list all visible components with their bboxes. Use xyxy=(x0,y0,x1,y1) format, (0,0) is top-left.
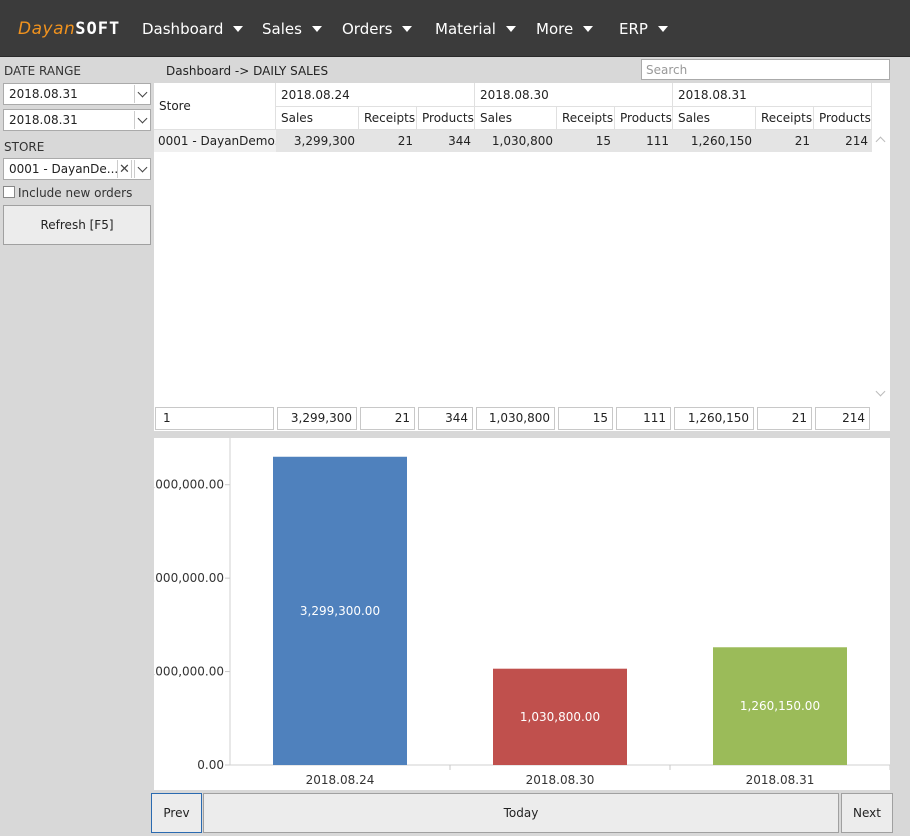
total-count: 1 xyxy=(155,407,274,430)
date-to-combo[interactable]: 2018.08.31 xyxy=(3,109,151,131)
bar-data-label: 1,260,150.00 xyxy=(740,699,820,713)
bar-data-label: 3,299,300.00 xyxy=(300,604,380,618)
nav-more[interactable]: More xyxy=(536,0,594,57)
column-header-sales[interactable]: Sales xyxy=(673,107,756,130)
nav-label: Orders xyxy=(342,19,393,38)
x-tick-label: 2018.08.24 xyxy=(306,773,375,787)
scroll-up-icon[interactable] xyxy=(875,136,886,147)
logo-part1: Dayan xyxy=(18,19,76,39)
cell-value: 344 xyxy=(448,134,471,148)
total-value: 15 xyxy=(558,407,613,430)
nav-erp[interactable]: ERP xyxy=(619,0,668,57)
column-header-receipts[interactable]: Receipts xyxy=(557,107,615,130)
bar-chart-svg: 0.00 1,000,000.00 2,000,000.00 3,000,000.00… xyxy=(144,438,891,787)
x-tick-label: 2018.08.31 xyxy=(746,773,815,787)
total-value: 214 xyxy=(815,407,870,430)
nav-label: ERP xyxy=(619,19,648,38)
y-tick-label: 0.00 xyxy=(197,758,224,772)
include-new-orders-checkbox[interactable] xyxy=(3,186,15,198)
store-value: 0001 - DayanDe... xyxy=(9,162,119,176)
cell-value: 1,030,800 xyxy=(491,134,553,148)
table-row[interactable]: 0001 - DayanDemo... 3,299,300 21 344 1,0… xyxy=(154,130,872,152)
caret-down-icon xyxy=(311,26,322,32)
cell-value: 1,260,150 xyxy=(690,134,752,148)
total-value: 21 xyxy=(757,407,812,430)
caret-down-icon xyxy=(402,26,413,32)
bar-data-label: 1,030,800.00 xyxy=(520,710,600,724)
today-button[interactable]: Today xyxy=(203,793,839,833)
daily-sales-chart: 0.00 1,000,000.00 2,000,000.00 3,000,000.00… xyxy=(144,438,891,790)
column-header-sales[interactable]: Sales xyxy=(276,107,359,130)
column-header-date[interactable]: 2018.08.30 xyxy=(475,83,673,107)
nav-orders[interactable]: Orders xyxy=(342,0,413,57)
cell-value: 21 xyxy=(397,134,413,148)
cell-value: 111 xyxy=(646,134,669,148)
column-header-store[interactable]: Store xyxy=(154,83,276,130)
caret-down-icon xyxy=(657,26,668,32)
total-value: 1,260,150 xyxy=(674,407,754,430)
column-header-sales[interactable]: Sales xyxy=(475,107,557,130)
total-value: 1,030,800 xyxy=(476,407,555,430)
breadcrumb: Dashboard -> DAILY SALES xyxy=(166,64,329,78)
column-header-products[interactable]: Products xyxy=(814,107,872,130)
next-button[interactable]: Next xyxy=(841,793,893,833)
store-combo[interactable]: 0001 - DayanDe... ✕ xyxy=(3,158,151,180)
total-value: 3,299,300 xyxy=(277,407,357,430)
x-tick-label: 2018.08.30 xyxy=(526,773,595,787)
sales-grid: Store 2018.08.24 2018.08.30 2018.08.31 S… xyxy=(154,83,890,431)
vertical-scrollbar[interactable] xyxy=(872,130,890,402)
date-from-combo[interactable]: 2018.08.31 xyxy=(3,83,151,105)
date-range-label: DATE RANGE xyxy=(4,64,81,78)
nav-label: More xyxy=(536,19,574,38)
refresh-button[interactable]: Refresh [F5] xyxy=(3,205,151,245)
caret-down-icon xyxy=(583,26,594,32)
column-header-receipts[interactable]: Receipts xyxy=(359,107,417,130)
cell-store: 0001 - DayanDemo... xyxy=(154,130,276,152)
cell-value: 214 xyxy=(845,134,868,148)
search-input[interactable]: Search xyxy=(641,59,890,80)
date-from-value: 2018.08.31 xyxy=(9,87,78,101)
logo-part2: SOFT xyxy=(75,19,121,39)
date-to-value: 2018.08.31 xyxy=(9,113,78,127)
column-header-receipts[interactable]: Receipts xyxy=(756,107,814,130)
cell-value: 3,299,300 xyxy=(293,134,355,148)
total-value: 344 xyxy=(418,407,473,430)
prev-button[interactable]: Prev xyxy=(151,793,202,833)
clear-icon[interactable]: ✕ xyxy=(117,160,132,178)
y-tick-label: 3,000,000.00 xyxy=(154,478,224,492)
include-new-orders-label: Include new orders xyxy=(18,186,133,200)
column-header-date[interactable]: 2018.08.24 xyxy=(276,83,475,107)
top-nav-bar: Dayan SOFT Dashboard Sales Orders Materia… xyxy=(0,0,910,57)
nav-label: Sales xyxy=(262,19,302,38)
total-value: 111 xyxy=(616,407,671,430)
cell-value: 15 xyxy=(595,134,611,148)
logo[interactable]: Dayan SOFT xyxy=(18,17,120,41)
store-label: STORE xyxy=(4,140,45,154)
caret-down-icon xyxy=(505,26,516,32)
nav-label: Material xyxy=(435,19,496,38)
column-header-products[interactable]: Products xyxy=(615,107,673,130)
caret-down-icon xyxy=(233,26,244,32)
y-tick-label: 2,000,000.00 xyxy=(154,571,224,585)
chevron-down-icon[interactable] xyxy=(134,85,149,103)
chevron-down-icon[interactable] xyxy=(134,111,149,129)
total-value: 21 xyxy=(360,407,415,430)
nav-material[interactable]: Material xyxy=(435,0,516,57)
y-tick-label: 1,000,000.00 xyxy=(154,665,224,679)
chevron-down-icon[interactable] xyxy=(134,160,149,178)
nav-dashboard[interactable]: Dashboard xyxy=(142,0,244,57)
nav-label: Dashboard xyxy=(142,19,224,38)
scroll-down-icon[interactable] xyxy=(875,386,886,397)
nav-sales[interactable]: Sales xyxy=(262,0,322,57)
column-header-date[interactable]: 2018.08.31 xyxy=(673,83,872,107)
column-header-products[interactable]: Products xyxy=(417,107,475,130)
cell-value: 21 xyxy=(794,134,810,148)
